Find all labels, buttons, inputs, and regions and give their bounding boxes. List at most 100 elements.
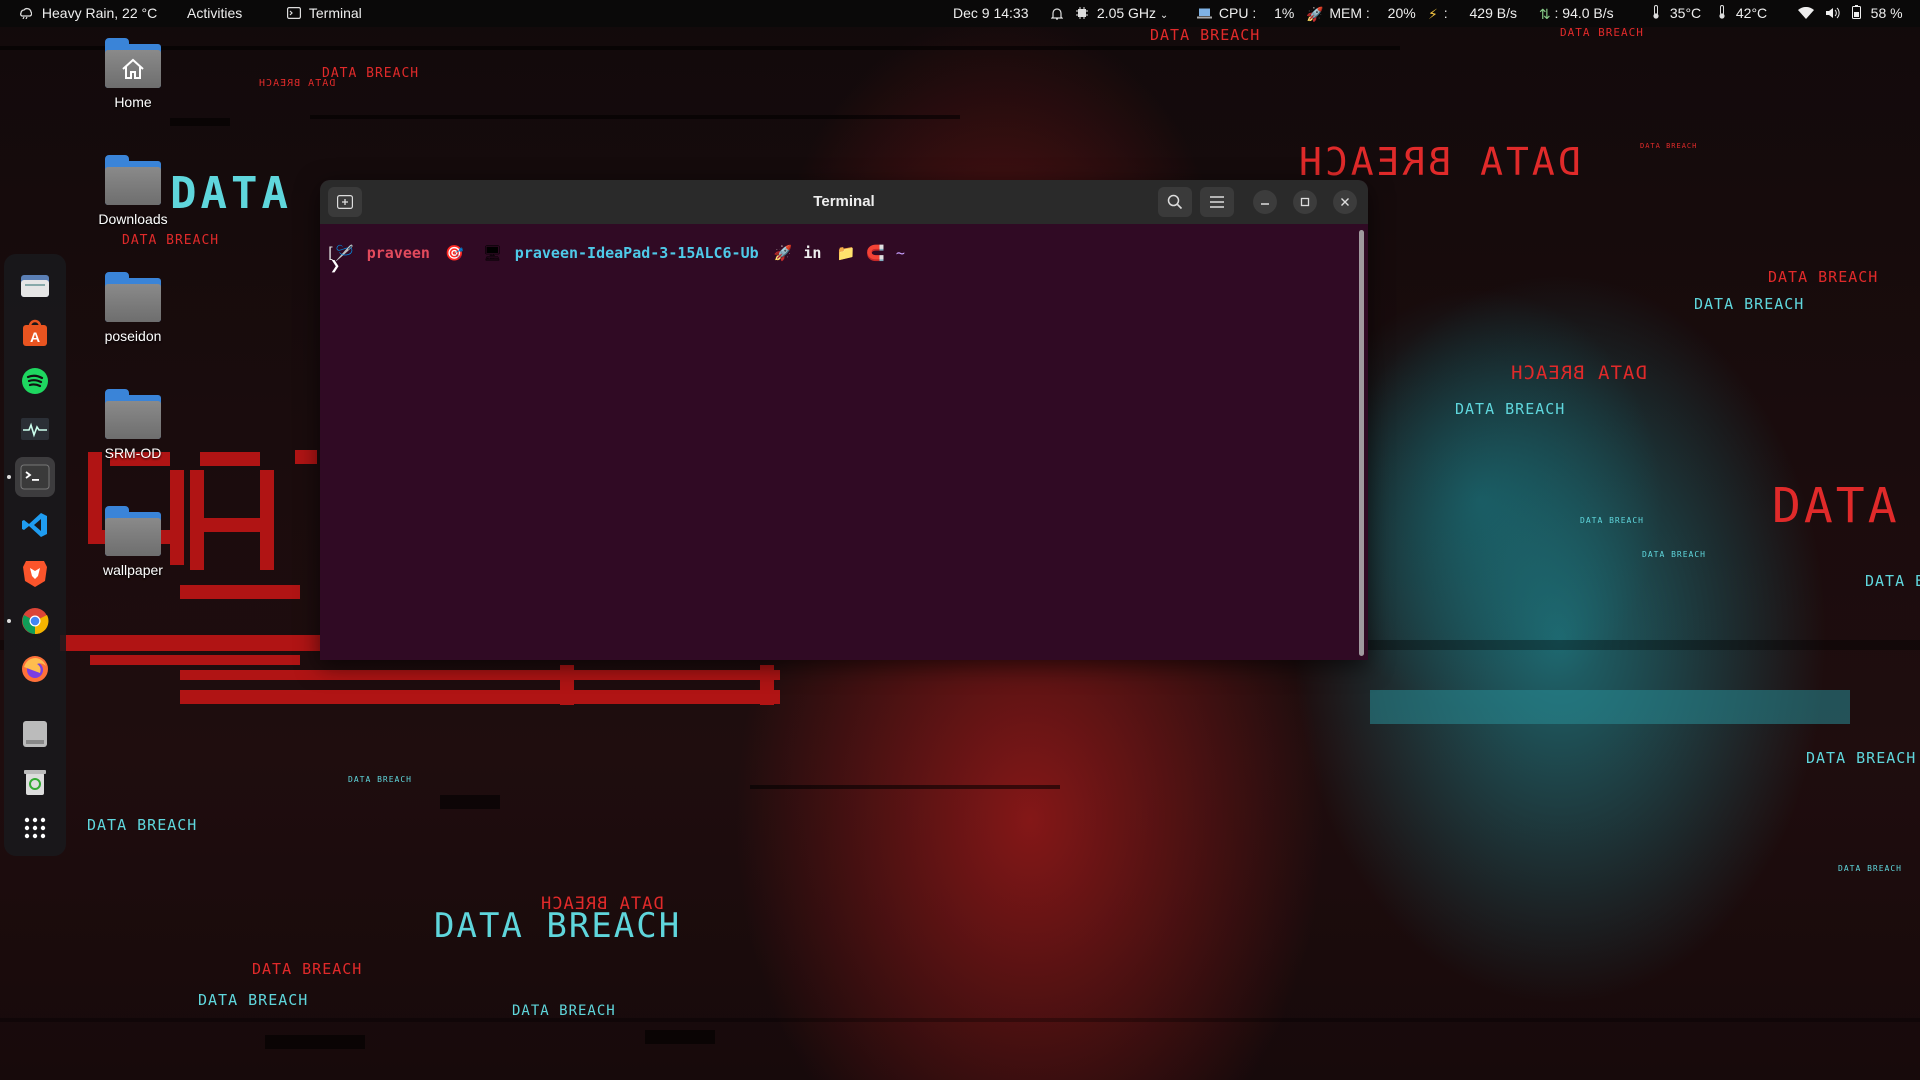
dock-item-firefox[interactable] <box>15 649 55 689</box>
terminal-output[interactable]: [🪡 praveen 🎯 🖥 praveen-IdeaPad-3-15ALC6-… <box>320 224 1360 660</box>
dock-item-brave[interactable] <box>15 553 55 593</box>
dock-item-terminal[interactable] <box>7 457 55 497</box>
close-button[interactable] <box>1333 190 1357 214</box>
dock-item-spotify[interactable] <box>15 361 55 401</box>
maximize-icon <box>1300 197 1310 207</box>
minimize-button[interactable] <box>1253 190 1277 214</box>
desktop-icon-label: Downloads <box>98 211 168 227</box>
home-folder-icon <box>105 38 161 88</box>
menu-button[interactable] <box>1200 187 1234 217</box>
magnet-icon: 🧲 <box>866 244 885 262</box>
memory-indicator[interactable]: 🚀 MEM : 20% <box>1306 0 1416 27</box>
prompt-dir: ~ <box>895 244 905 262</box>
prompt-user: praveen <box>366 244 430 262</box>
wallpaper-text: DATA BREACH <box>1694 295 1805 313</box>
new-tab-icon <box>337 195 353 209</box>
cpu-frequency-text: 2.05 GHz <box>1096 5 1157 21</box>
folder-icon <box>105 272 161 322</box>
desktop-icon-poseidon[interactable]: poseidon <box>78 272 188 344</box>
wallpaper-text: DATA BREACH <box>1640 142 1698 150</box>
thermometer-icon <box>1718 1 1726 28</box>
wallpaper-text: DATA BREACH <box>122 233 220 248</box>
temperature-indicator-1[interactable]: 35°C <box>1652 0 1701 27</box>
dock-item-trash[interactable] <box>15 762 55 802</box>
dock-item-vscode[interactable] <box>15 505 55 545</box>
folder-icon: 📁 <box>836 244 856 262</box>
dock-item-software[interactable]: A <box>15 313 55 353</box>
cpu-label: CPU : <box>1218 5 1257 21</box>
wallpaper-text: DATA BREACH <box>1510 362 1647 384</box>
chrome-icon <box>22 608 49 635</box>
thermometer-icon <box>1652 1 1660 28</box>
network-indicator[interactable]: ⚡ : 429 B/s ⇅ : 94.0 B/s <box>1428 0 1614 27</box>
wallpaper-text: DATA BREACH <box>1838 864 1902 873</box>
svg-text:A: A <box>30 329 40 345</box>
wallpaper-text: DATA BREACH <box>512 1003 616 1019</box>
wallpaper-text: DATA BREACH <box>258 78 336 89</box>
desktop-icon-label: wallpaper <box>103 562 163 578</box>
weather-indicator[interactable]: Heavy Rain, 22 °C <box>18 0 157 27</box>
desktop-icon-label: SRM-OD <box>104 445 162 461</box>
terminal-icon <box>287 1 302 28</box>
new-tab-button[interactable] <box>328 187 362 217</box>
chip-icon <box>1076 1 1088 28</box>
app-menu[interactable]: Terminal <box>287 0 362 27</box>
wallpaper-text: DATA BREACH <box>1560 26 1644 39</box>
spotify-icon <box>22 368 48 394</box>
activities-label: Activities <box>187 5 243 21</box>
wallpaper-big-text: DATA <box>1772 478 1900 534</box>
trash-icon <box>24 770 46 795</box>
wallpaper-text: DATA BREACH <box>322 66 420 81</box>
wallpaper-text: DATA BREACH <box>1150 26 1261 44</box>
activities-button[interactable]: Activities <box>187 0 242 27</box>
terminal-header-bar[interactable]: Terminal <box>320 180 1368 224</box>
wallpaper-text: DATA BREACH <box>1806 749 1917 767</box>
desktop-icon-home[interactable]: Home <box>78 38 188 110</box>
wallpaper-text: DATA BREACH <box>252 960 363 978</box>
cpu-usage-indicator[interactable]: CPU : 1% <box>1197 0 1294 27</box>
search-icon <box>1167 194 1183 210</box>
desktop-icon-downloads[interactable]: Downloads <box>78 155 188 227</box>
search-button[interactable] <box>1158 187 1192 217</box>
terminal-window[interactable]: Terminal [🪡 praveen 🎯 🖥 praveen-IdeaPad-… <box>320 180 1368 660</box>
running-indicator <box>7 475 11 479</box>
dock-item-drive[interactable] <box>15 714 55 754</box>
system-menu[interactable]: 58 % <box>1798 0 1903 27</box>
brave-icon <box>23 561 47 587</box>
desktop-icon-label: Home <box>114 94 152 110</box>
mem-value: 20% <box>1387 5 1416 21</box>
maximize-button[interactable] <box>1293 190 1317 214</box>
cpu-frequency-indicator[interactable]: 2.05 GHz ⌄ <box>1076 0 1168 27</box>
notification-bell-icon[interactable] <box>1051 0 1063 27</box>
terminal-scrollbar[interactable] <box>1359 230 1364 656</box>
files-icon <box>21 275 49 297</box>
wallpaper-text: DATA BREACH <box>1455 400 1566 418</box>
weather-icon <box>18 1 33 28</box>
bolt-icon: ⚡ <box>1428 5 1438 22</box>
system-monitor-icon <box>21 418 49 440</box>
desktop-icon-wallpaper[interactable]: wallpaper <box>78 506 188 578</box>
dock-item-show-apps[interactable] <box>15 808 55 848</box>
clock[interactable]: Dec 9 14:33 <box>953 0 1029 27</box>
computer-icon: 🖥 <box>482 244 502 262</box>
dock-item-files[interactable] <box>15 265 55 305</box>
desktop-icon-srm-od[interactable]: SRM-OD <box>78 389 188 461</box>
battery-text: 58 % <box>1870 5 1903 21</box>
hamburger-menu-icon <box>1210 196 1224 208</box>
minimize-icon <box>1261 203 1269 205</box>
dock-item-chrome[interactable] <box>7 601 55 641</box>
mem-label: MEM : <box>1329 5 1370 21</box>
chevron-down-icon: ⌄ <box>1159 10 1169 21</box>
temperature-indicator-2[interactable]: 42°C <box>1718 0 1767 27</box>
running-indicator <box>7 619 11 623</box>
wallpaper-text: DATA BREACH <box>198 991 309 1009</box>
prompt-arrow-icon: ❯ <box>330 256 341 276</box>
dock-item-system-monitor[interactable] <box>15 409 55 449</box>
prompt-line: [🪡 praveen 🎯 🖥 praveen-IdeaPad-3-15ALC6-… <box>326 244 905 262</box>
firefox-icon <box>22 656 48 682</box>
laptop-icon <box>1197 1 1212 28</box>
wallpaper-text: DATA BREACH <box>434 906 682 946</box>
cpu-value: 1% <box>1274 5 1295 21</box>
target-icon: 🎯 <box>445 244 464 262</box>
folder-icon <box>105 389 161 439</box>
